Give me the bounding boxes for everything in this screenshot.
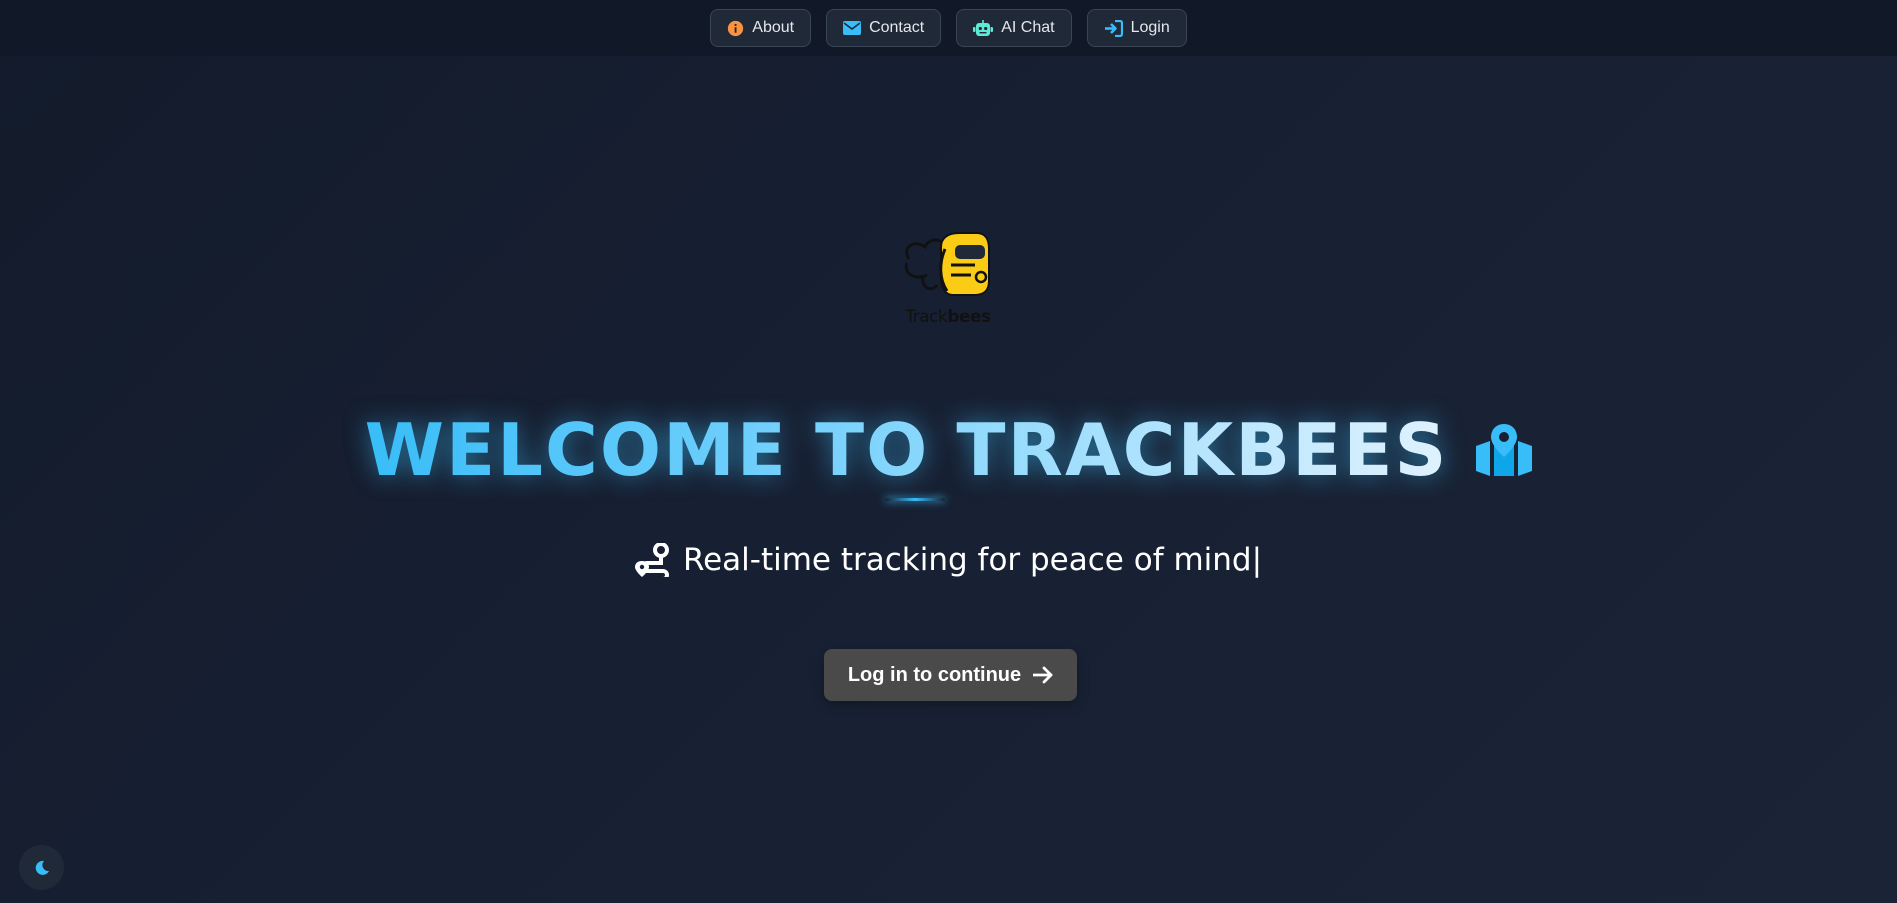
logo-text-track: Track: [905, 307, 948, 327]
nav-contact-button[interactable]: Contact: [826, 9, 942, 47]
nav-login-label: Login: [1130, 19, 1170, 36]
info-icon: [728, 20, 744, 36]
login-to-continue-button[interactable]: Log in to continue: [824, 649, 1077, 701]
nav-ai-chat-label: AI Chat: [1001, 19, 1055, 36]
envelope-icon: [843, 21, 862, 35]
arrow-right-icon: [1033, 666, 1053, 684]
hero-title-row: WELCOME TO TRACKBEES: [0, 405, 1897, 495]
map-location-icon: [1476, 424, 1533, 476]
hero-tagline-row: Real-time tracking for peace of mind|: [0, 542, 1897, 578]
moon-icon: [35, 860, 49, 875]
nav-login-button[interactable]: Login: [1086, 9, 1187, 47]
route-icon: [634, 543, 669, 577]
top-navigation: About Contact AI Chat Login: [0, 0, 1897, 56]
nav-ai-chat-button[interactable]: AI Chat: [956, 9, 1072, 47]
nav-about-label: About: [752, 19, 795, 36]
nav-contact-label: Contact: [869, 19, 925, 36]
hero-tagline: Real-time tracking for peace of mind|: [682, 542, 1263, 578]
logo-text-bees: bees: [947, 307, 991, 327]
logo-wordmark: Trackbees: [901, 307, 995, 327]
robot-icon: [973, 19, 994, 36]
theme-toggle-button[interactable]: [19, 845, 64, 890]
login-icon: [1104, 19, 1123, 37]
cta-label: Log in to continue: [847, 663, 1022, 686]
page-title: WELCOME TO TRACKBEES: [365, 405, 1449, 495]
bee-logo-image: [904, 232, 990, 296]
nav-about-button[interactable]: About: [710, 9, 812, 47]
title-underline: [885, 498, 945, 501]
trackbees-logo: Trackbees: [901, 229, 995, 329]
